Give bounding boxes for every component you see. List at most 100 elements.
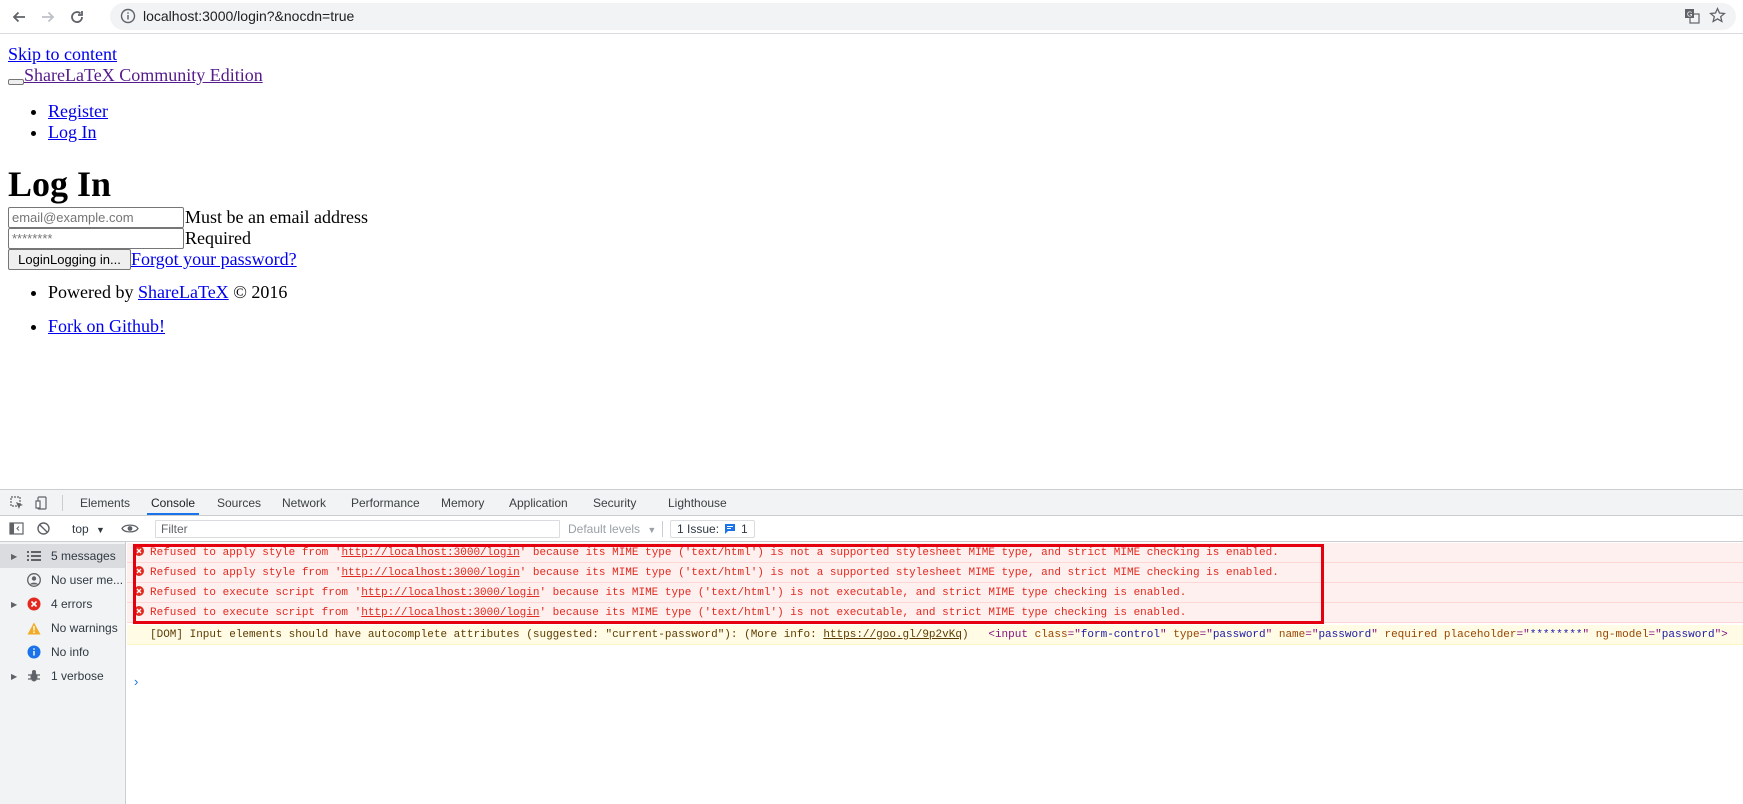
sidebar-item-label: No warnings [51,621,118,635]
info-icon[interactable] [120,8,136,29]
toolbar-separator [662,521,663,537]
attr-value: password [1318,628,1372,641]
tab-elements[interactable]: Elements [76,490,134,515]
attr-name: ng-model [1595,628,1649,641]
fork-github-link[interactable]: Fork on Github! [48,316,165,336]
console-messages: Refused to apply style from 'http://loca… [127,542,1743,804]
url-text[interactable]: localhost:3000/login?&nocdn=true [143,8,354,24]
attr-quote: " [1265,628,1279,641]
filter-input[interactable] [155,520,560,538]
fork-item: Fork on Github! [48,316,165,337]
tab-lighthouse[interactable]: Lighthouse [664,490,731,515]
devtools-tabbar: Elements Console Sources Network Perform… [0,490,1743,516]
attr-eq: =" [1199,628,1213,641]
message-pre: Refused to apply style from ' [150,566,342,579]
message-post: ' because its MIME type ('text/html') is… [519,546,1279,559]
sidebar-item-errors[interactable]: ▶ 4 errors [0,592,125,616]
svg-text:G: G [1687,12,1692,19]
eye-icon[interactable] [121,522,139,538]
login-link[interactable]: Log In [48,122,97,142]
tab-memory[interactable]: Memory [437,490,488,515]
message-text: Refused to apply style from 'http://loca… [150,567,1279,579]
attr-name: type [1173,628,1200,641]
device-toolbar-icon[interactable] [35,496,49,513]
warning-icon [27,621,41,635]
sidebar-item-messages[interactable]: ▶ 5 messages [0,544,125,568]
sidebar-item-label: 4 errors [51,597,93,611]
message-text: Refused to execute script from 'http://l… [150,607,1186,619]
expand-arrow-icon: ▶ [11,551,18,561]
page-content: Skip to content ShareLaTeX Community Edi… [0,35,1743,489]
powered-by-item: Powered by ShareLaTeX © 2016 [48,282,287,303]
tabbar-separator [62,495,63,511]
password-hint: Required [185,228,251,248]
sidebar-item-verbose[interactable]: ▶ 1 verbose [0,664,125,688]
navbar-toggle-button[interactable] [8,79,24,85]
star-icon[interactable] [1709,7,1726,29]
sidebar-item-warnings[interactable]: No warnings [0,616,125,640]
sidebar-item-label: 5 messages [51,549,116,563]
message-text: Refused to execute script from 'http://l… [150,587,1186,599]
context-selector[interactable]: top ▼ [72,522,105,536]
sidebar-item-user-messages[interactable]: No user me... [0,568,125,592]
password-row: Required [8,227,251,250]
error-icon [27,597,41,611]
log-levels-label: Default levels [568,522,641,536]
tab-performance[interactable]: Performance [347,490,424,515]
message-text: Refused to apply style from 'http://loca… [150,547,1279,559]
password-field[interactable] [8,228,184,249]
attr-name: placeholder [1443,628,1517,641]
translate-icon[interactable]: G [1684,8,1700,29]
message-link[interactable]: https://goo.gl/9p2vKq [823,629,962,641]
bug-icon [27,669,41,683]
console-error-message[interactable]: Refused to execute script from 'http://l… [127,583,1743,603]
message-post: ) [961,628,969,641]
reload-icon[interactable] [66,6,88,28]
message-text: [DOM] Input elements should have autocom… [150,629,1728,641]
console-dom-warning-message[interactable]: [DOM] Input elements should have autocom… [127,625,1743,645]
message-link[interactable]: http://localhost:3000/login [341,547,519,559]
console-error-message[interactable]: Refused to apply style from 'http://loca… [127,543,1743,563]
brand-link[interactable]: ShareLaTeX Community Edition [24,65,263,86]
tab-sources[interactable]: Sources [213,490,265,515]
footer-fork-list: Fork on Github! [48,316,165,337]
message-link[interactable]: http://localhost:3000/login [361,607,539,619]
sidebar-item-info[interactable]: No info [0,640,125,664]
forward-arrow-icon[interactable] [37,6,59,28]
error-icon [134,585,144,600]
inspect-element-icon[interactable] [10,496,24,513]
attr-space [1437,629,1444,641]
email-row: Must be an email address [8,206,368,229]
console-error-message[interactable]: Refused to execute script from 'http://l… [127,603,1743,623]
sharelatex-link[interactable]: ShareLaTeX [138,282,229,302]
chevron-down-icon: ▼ [647,525,657,535]
tab-application[interactable]: Application [505,490,572,515]
tab-network[interactable]: Network [278,490,330,515]
address-bar[interactable]: localhost:3000/login?&nocdn=true G [110,3,1736,30]
issues-button[interactable]: 1 Issue: 1 [670,520,755,538]
clear-console-icon[interactable] [36,521,51,539]
tab-security[interactable]: Security [589,490,640,515]
forgot-password-link[interactable]: Forgot your password? [131,249,297,270]
register-link[interactable]: Register [48,101,108,121]
back-arrow-icon[interactable] [8,6,30,28]
message-link[interactable]: http://localhost:3000/login [361,587,539,599]
email-field[interactable] [8,207,184,228]
attr-value: password [1212,628,1266,641]
attr-quote: " [1371,628,1385,641]
nav-list: Register Log In [48,101,108,143]
console-error-message[interactable]: Refused to apply style from 'http://loca… [127,563,1743,583]
skip-to-content-link[interactable]: Skip to content [8,44,117,65]
attr-quote: " [1582,628,1596,641]
message-link[interactable]: http://localhost:3000/login [341,567,519,579]
error-icon [134,605,144,620]
console-prompt[interactable]: › [134,674,138,689]
tab-console[interactable]: Console [147,490,200,515]
log-levels-dropdown[interactable]: Default levels ▼ [568,522,656,536]
login-button[interactable]: LoginLogging in... [8,249,131,270]
sidebar-toggle-icon[interactable] [9,521,24,539]
message-pre: Refused to apply style from ' [150,546,342,559]
page-title: Log In [8,164,112,204]
html-tag-close: > [1721,628,1728,641]
html-tag-open[interactable]: <input [988,629,1034,641]
